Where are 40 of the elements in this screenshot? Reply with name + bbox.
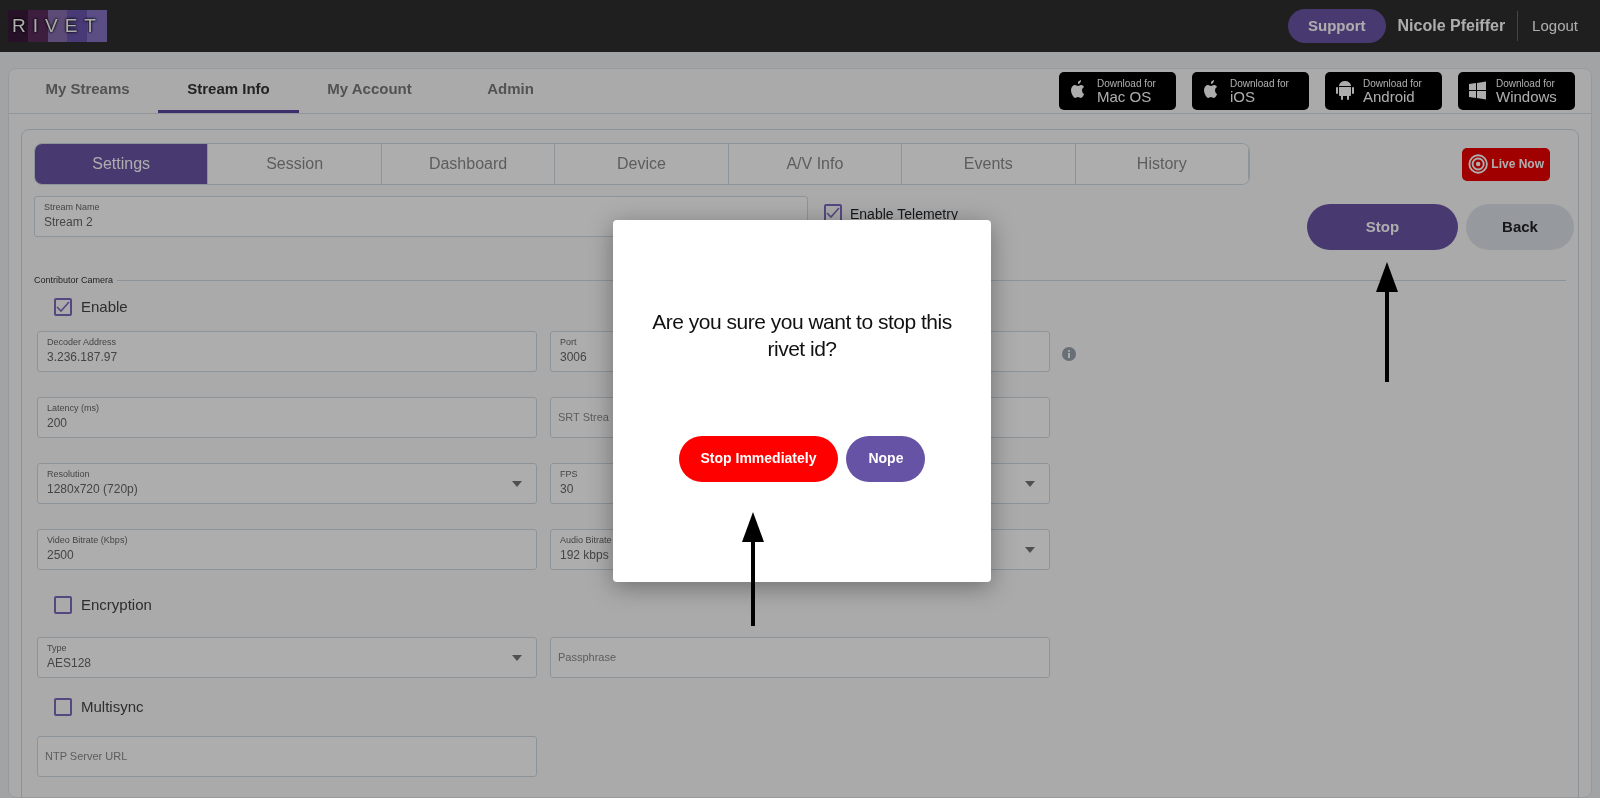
download-button[interactable]: Download for Mac OS [1059,72,1176,110]
live-now-button[interactable]: Live Now [1462,147,1550,181]
stop-button[interactable]: Stop [1307,204,1458,250]
dialog-message: Are you sure you want to stop this rivet id? [651,309,953,363]
info-icon[interactable] [1062,347,1076,361]
select-field[interactable]: Type AES128 [37,636,537,678]
nav-tab[interactable]: Stream Info [158,69,299,113]
section-legend: Contributor Camera [34,274,118,288]
checkbox[interactable] [54,596,72,615]
logout-link[interactable]: Logout [1532,14,1578,38]
support-button[interactable]: Support [1288,8,1386,44]
cancel-button[interactable]: Nope [846,435,926,482]
input-field[interactable]: NTP Server URL [37,736,537,777]
checkbox[interactable] [54,297,72,316]
download-button[interactable]: Download for Android [1325,72,1442,110]
nav-tab[interactable]: Admin [440,69,581,113]
back-button[interactable]: Back [1466,204,1574,250]
nav-tab[interactable]: My Account [299,69,440,113]
checkbox-label: Encryption [81,595,152,615]
user-name: Nicole Pfeiffer [1397,16,1506,36]
download-button[interactable]: Download for iOS [1192,72,1309,110]
checkbox-label: Enable Telemetry [850,205,958,224]
input-field[interactable]: Latency (ms) 200 [37,397,537,438]
section-tab[interactable]: Settings [35,144,209,184]
caret-icon [512,481,522,487]
caret-icon [512,654,522,661]
input-field[interactable]: Passphrase [550,636,1050,678]
robot-icon [1333,79,1357,103]
broadcast-icon [1468,153,1489,175]
caret-icon [1025,481,1035,487]
stop-immediately-button[interactable]: Stop Immediately [678,435,839,482]
input-field[interactable]: Video Bitrate (Kbps) 2500 [37,529,537,570]
download-button[interactable]: Download for Windows [1458,72,1575,110]
checkbox-label: Enable [81,296,128,317]
caret-icon [1025,547,1035,553]
nav-tab[interactable]: My Streams [17,69,158,113]
select-field[interactable]: Resolution 1280x720 (720p) [37,463,537,504]
checkbox[interactable] [54,697,72,716]
input-field[interactable]: Decoder Address 3.236.187.97 [37,331,537,372]
checkbox-label: Multisync [81,696,144,717]
